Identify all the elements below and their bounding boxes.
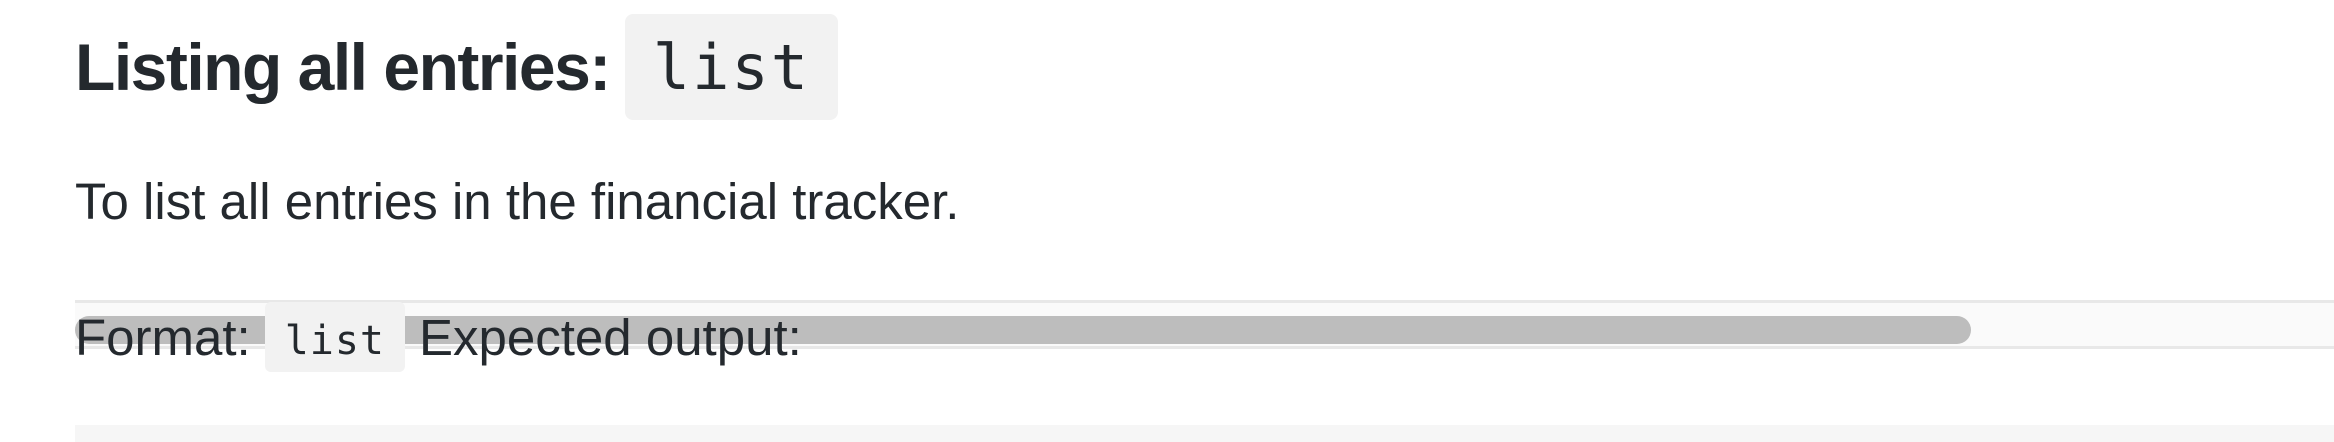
expected-output-label: Expected output:	[419, 308, 802, 366]
document-page: Listing all entries: list To list all en…	[0, 0, 2334, 442]
section-description: To list all entries in the financial tra…	[75, 173, 960, 230]
format-command-code: list	[264, 302, 406, 372]
heading-label: Listing all entries:	[75, 30, 611, 104]
expected-output-code-block	[75, 425, 2334, 442]
format-line: Format: list Expected output:	[75, 302, 802, 372]
format-label: Format:	[75, 308, 251, 366]
heading-command-code: list	[624, 14, 839, 120]
section-heading: Listing all entries: list	[75, 14, 839, 120]
